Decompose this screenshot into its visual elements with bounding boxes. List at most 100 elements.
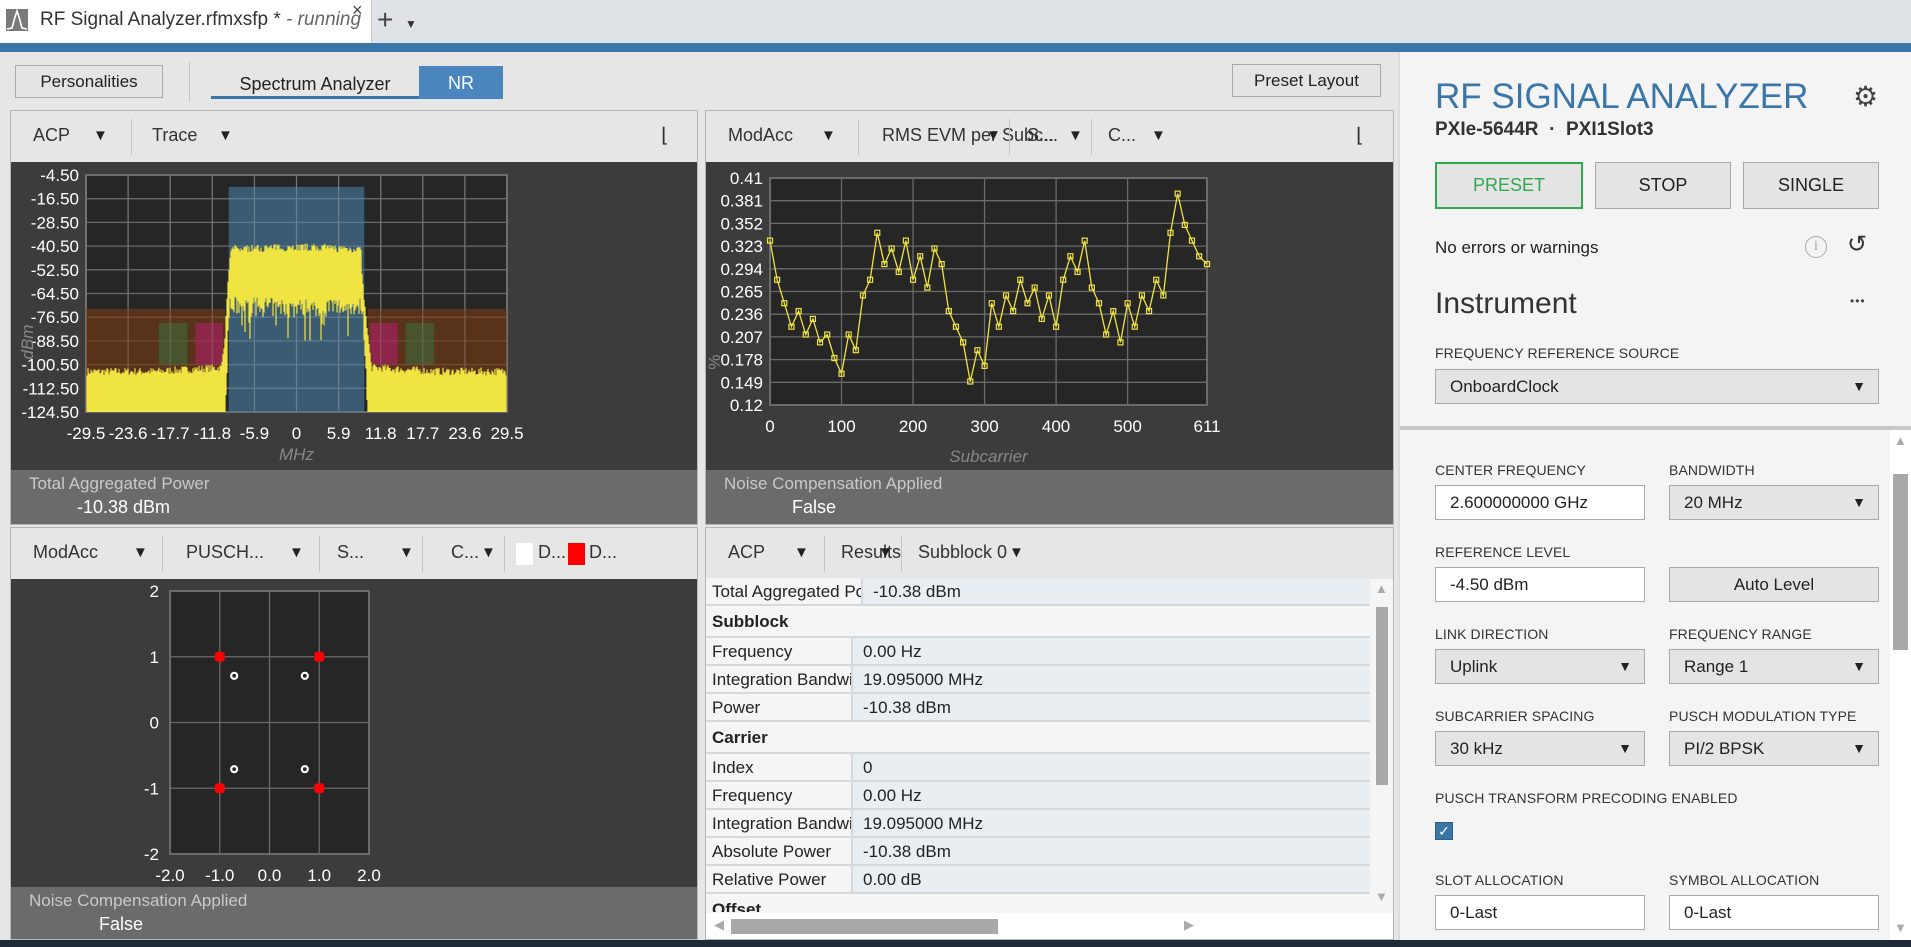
x-tick-label: 1.0 [307,866,331,885]
reference-point [214,651,225,662]
link-direction-select[interactable]: Uplink ▼ [1435,649,1645,684]
modulation-type-select[interactable]: PI/2 BPSK ▼ [1669,731,1879,766]
scroll-left-icon[interactable]: ◀ [714,917,724,933]
panel-toolbar: ModAcc ▼ RMS EVM per Subc... ▼ S... ▼ C... ▼… [706,111,1393,162]
row-label: Index [712,758,754,777]
chevron-down-icon[interactable]: ▼ [878,544,893,561]
close-tab-icon[interactable]: × [352,0,363,21]
scrollbar-thumb[interactable] [731,919,998,934]
info-icon[interactable]: i [1805,236,1827,258]
symbol-allocation-input[interactable]: 0-Last [1669,895,1879,930]
auto-level-button[interactable]: Auto Level [1669,567,1879,602]
chevron-down-icon[interactable]: ▼ [218,127,233,144]
instrument-panel: RF SIGNAL ANALYZER ⚙ PXIe-5644R · PXI1Sl… [1400,52,1911,940]
x-tick-label: -17.7 [151,424,190,443]
stop-button[interactable]: STOP [1595,162,1731,209]
spectrum-panel: ACP ▼ Trace ▼ ⌊ -29.5 -23.6 -17.7 -11.8 -5.9 0 5… [10,110,698,525]
gear-icon[interactable]: ⚙ [1853,80,1878,113]
s-dropdown[interactable]: S... [1027,125,1054,146]
axis-scale-icon[interactable]: ⌊ [1356,123,1364,148]
tab-spectrum-analyzer[interactable]: Spectrum Analyzer [211,66,419,99]
vertical-scrollbar[interactable]: ▲ ▼ [1371,579,1393,913]
chevron-down-icon[interactable]: ▼ [1068,127,1083,144]
divider [504,536,505,572]
chevron-down-icon[interactable]: ▼ [399,544,414,561]
chevron-down-icon[interactable]: ▼ [794,544,809,561]
slot-allocation-input[interactable]: 0-Last [1435,895,1645,930]
slot-allocation-label: SLOT ALLOCATION [1435,872,1564,888]
view-dropdown[interactable]: Trace [152,125,197,146]
center-frequency-input[interactable]: 2.600000000 GHz [1435,485,1645,520]
history-icon[interactable]: ↺ [1847,230,1867,259]
table-row: Total Aggregated Power -10.38 dBm [706,578,1370,606]
chevron-down-icon[interactable]: ▼ [289,544,304,561]
new-tab-icon[interactable]: + [377,4,393,36]
subblock-dropdown[interactable]: Subblock 0 [918,542,1007,563]
preset-button[interactable]: PRESET [1435,162,1583,209]
row-label: Offset [712,900,762,912]
y-tick-label: -1 [144,779,159,798]
settings-scrollbar[interactable]: ▲ ▼ [1890,430,1911,940]
axis-scale-icon[interactable]: ⌊ [661,123,669,148]
y-tick-label: -2 [144,845,159,864]
preset-layout-button[interactable]: Preset Layout [1232,64,1381,97]
scroll-up-icon[interactable]: ▲ [1894,433,1907,448]
measurement-dropdown[interactable]: ACP [33,125,70,146]
single-button[interactable]: SINGLE [1743,162,1879,209]
scroll-up-icon[interactable]: ▲ [1375,581,1388,596]
c-dropdown[interactable]: C... [1108,125,1136,146]
y-tick-label: -52.50 [31,261,79,280]
scroll-down-icon[interactable]: ▼ [1375,889,1388,904]
chevron-down-icon[interactable]: ▼ [93,127,108,144]
scroll-right-icon[interactable]: ▶ [1184,917,1194,933]
reference-point [314,651,325,662]
chevron-down-icon[interactable]: ▼ [481,544,496,561]
scrollbar-thumb[interactable] [1893,474,1908,650]
bandwidth-select[interactable]: 20 MHz ▼ [1669,485,1879,520]
reference-level-input[interactable]: -4.50 dBm [1435,567,1645,602]
document-tab[interactable]: RF Signal Analyzer.rfmxsfp * - running × [0,0,372,43]
chevron-down-icon: ▼ [1852,494,1866,510]
more-icon[interactable]: ••• [1850,294,1866,308]
scrollbar-thumb[interactable] [1376,607,1388,785]
y-tick-label: 0.236 [720,305,763,324]
panel-toolbar: ModAcc ▼ PUSCH... ▼ S... ▼ C... ▼ D... D... [11,528,697,579]
legend-swatch-red [568,543,585,565]
measurement-dropdown[interactable]: ModAcc [728,125,793,146]
legend-label: D... [538,542,567,562]
s-dropdown[interactable]: S... [337,542,364,563]
row-value: 19.095000 MHz [863,670,984,689]
measurement-dropdown[interactable]: ACP [728,542,765,563]
section-header: Offset [706,894,1370,912]
x-tick-label: 0.0 [258,866,282,885]
footer-value: False [99,914,144,934]
measurement-dropdown[interactable]: ModAcc [33,542,98,563]
frequency-range-select[interactable]: Range 1 ▼ [1669,649,1879,684]
chevron-down-icon[interactable]: ▼ [1009,544,1024,561]
personalities-button[interactable]: Personalities [15,65,163,98]
view-dropdown[interactable]: PUSCH... [186,542,264,563]
scroll-down-icon[interactable]: ▼ [1894,920,1907,935]
evm-panel: ModAcc ▼ RMS EVM per Subc... ▼ S... ▼ C... ▼… [705,110,1394,525]
chevron-down-icon[interactable]: ▼ [821,127,836,144]
table-row: Integration Bandwidth 19.095000 MHz [706,666,1370,694]
freq-ref-select[interactable]: OnboardClock ▼ [1435,369,1879,404]
y-tick-label: 0 [150,714,159,733]
tab-nr[interactable]: NR [419,66,503,99]
precoding-checkbox[interactable]: ✓ [1435,822,1453,840]
c-dropdown[interactable]: C... [451,542,479,563]
chevron-down-icon[interactable]: ▼ [986,127,1001,144]
chevron-down-icon[interactable]: ▼ [1151,127,1166,144]
legend-label: D... [589,542,618,562]
chevron-down-icon[interactable]: ▼ [133,544,148,561]
tab-status: - running [286,9,362,30]
frequency-range-label: FREQUENCY RANGE [1669,626,1812,642]
horizontal-scrollbar[interactable]: ◀ ▶ [706,913,1393,939]
table-row: Relative Power 0.00 dB [706,866,1370,894]
subcarrier-spacing-select[interactable]: 30 kHz ▼ [1435,731,1645,766]
bandwidth-value: 20 MHz [1684,493,1743,512]
x-tick-label: -29.5 [67,424,106,443]
constellation-panel: ModAcc ▼ PUSCH... ▼ S... ▼ C... ▼ D... D... … [10,527,698,940]
tab-menu-icon[interactable]: ▼ [405,17,417,31]
x-tick-label: 5.9 [327,424,351,443]
